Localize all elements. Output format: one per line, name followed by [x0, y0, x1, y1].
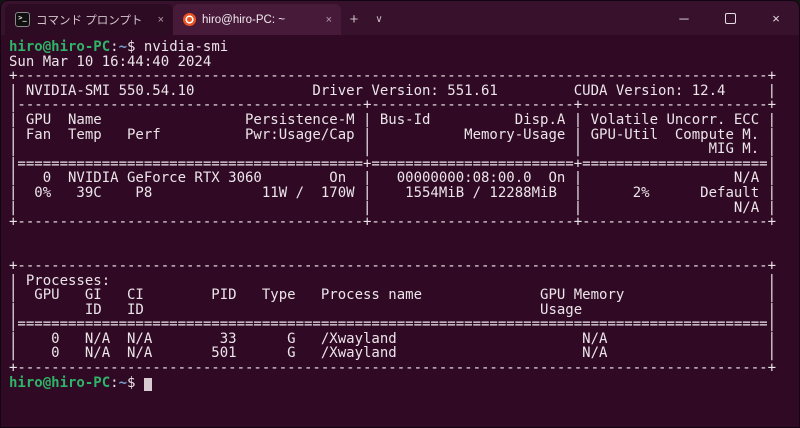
titlebar: >_ コマンド プロンプト × hiro@hiro-PC: ~ × + ∨ ─ … [1, 1, 799, 35]
prompt-line-command: hiro@hiro-PC:~$ nvidia-smi [9, 40, 799, 55]
terminal-cursor [143, 377, 152, 391]
minimize-button[interactable]: ─ [661, 1, 707, 35]
close-button[interactable]: × [753, 1, 799, 35]
command-text: nvidia-smi [143, 39, 229, 55]
prompt-path: ~ [118, 39, 128, 55]
maximize-button[interactable] [707, 1, 753, 35]
window-controls: ─ × [661, 1, 799, 35]
prompt-colon: : [110, 374, 119, 391]
prompt-user-host: hiro@hiro-PC [9, 39, 111, 55]
terminal-window: >_ コマンド プロンプト × hiro@hiro-PC: ~ × + ∨ ─ … [0, 0, 800, 428]
cmd-prompt-icon: >_ [15, 12, 30, 27]
prompt-colon: : [110, 39, 119, 55]
prompt-user-host: hiro@hiro-PC [9, 374, 111, 391]
titlebar-drag-region[interactable] [391, 1, 661, 35]
close-tab-icon[interactable]: × [155, 14, 167, 26]
maximize-icon [724, 12, 736, 24]
date-line: Sun Mar 10 16:44:40 2024 [9, 53, 212, 70]
tab-label: hiro@hiro-PC: ~ [202, 13, 285, 26]
ubuntu-icon [183, 13, 196, 26]
tab-bar: >_ コマンド プロンプト × hiro@hiro-PC: ~ × + ∨ [1, 4, 391, 35]
tab-dropdown-icon[interactable]: ∨ [367, 4, 391, 35]
prompt-line-current: hiro@hiro-PC:~$ [9, 374, 799, 391]
tab-command-prompt[interactable]: >_ コマンド プロンプト × [5, 4, 173, 35]
tab-ubuntu-session[interactable]: hiro@hiro-PC: ~ × [173, 4, 341, 35]
tab-label: コマンド プロンプト [36, 14, 143, 27]
new-tab-button[interactable]: + [341, 4, 367, 35]
close-tab-icon[interactable]: × [323, 14, 335, 26]
nvidia-smi-output: +---------------------------------------… [9, 68, 777, 377]
prompt-path: ~ [118, 374, 128, 391]
terminal-viewport[interactable]: hiro@hiro-PC:~$ nvidia-smi Sun Mar 10 16… [1, 35, 799, 427]
